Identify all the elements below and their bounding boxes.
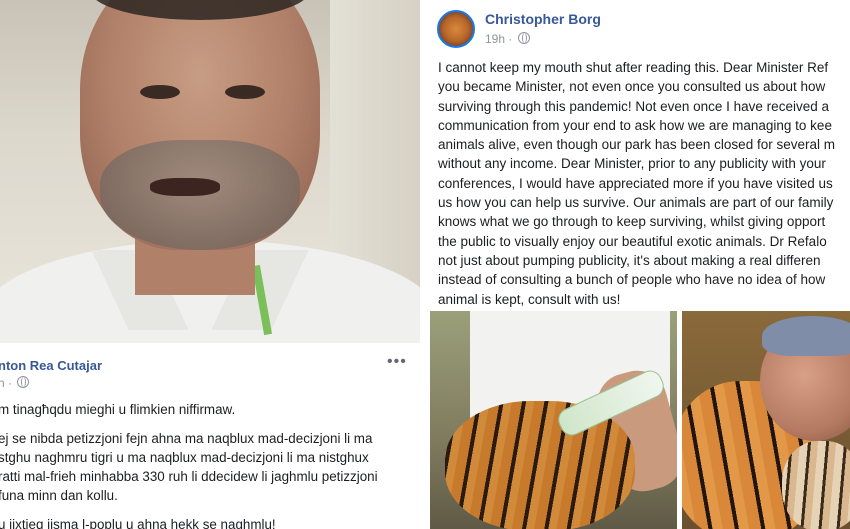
post-time[interactable]: 19h · xyxy=(485,32,512,46)
speaker-mouth xyxy=(150,178,220,196)
left-post: nton Rea Cutajar h · ••• m tinagħqdu mie… xyxy=(0,0,425,529)
eye-left xyxy=(140,85,180,99)
right-post: Christopher Borg 19h · I cannot keep my … xyxy=(425,0,850,529)
post-text: m tinagħqdu mieghi u flimkien niffirmaw.… xyxy=(0,400,418,529)
more-options-icon[interactable]: ••• xyxy=(387,353,407,371)
post-time[interactable]: h · xyxy=(0,376,12,390)
post-photo-bottle-feeding[interactable] xyxy=(430,311,677,529)
post-paragraph: ej se nibda petizzjoni fejn ahna ma naqb… xyxy=(0,431,378,503)
man-cap xyxy=(762,316,850,356)
tiger-cub xyxy=(782,441,850,529)
post-paragraph: u jixtieq jisma l-poplu u ahna hekk se n… xyxy=(0,517,276,529)
video-frame[interactable] xyxy=(0,0,420,343)
profile-avatar[interactable] xyxy=(437,10,475,48)
globe-icon xyxy=(17,376,30,388)
post-author-link[interactable]: Christopher Borg xyxy=(485,11,601,27)
post-photo-man-with-tigers[interactable] xyxy=(682,311,850,529)
post-text: I cannot keep my mouth shut after readin… xyxy=(438,60,835,307)
post-meta: 19h · xyxy=(485,32,530,46)
eye-right xyxy=(225,85,265,99)
post-author-link[interactable]: nton Rea Cutajar xyxy=(0,358,102,373)
post-meta: h · xyxy=(0,376,30,390)
globe-icon xyxy=(517,32,530,44)
post-paragraph: m tinagħqdu mieghi u flimkien niffirmaw. xyxy=(0,402,236,417)
